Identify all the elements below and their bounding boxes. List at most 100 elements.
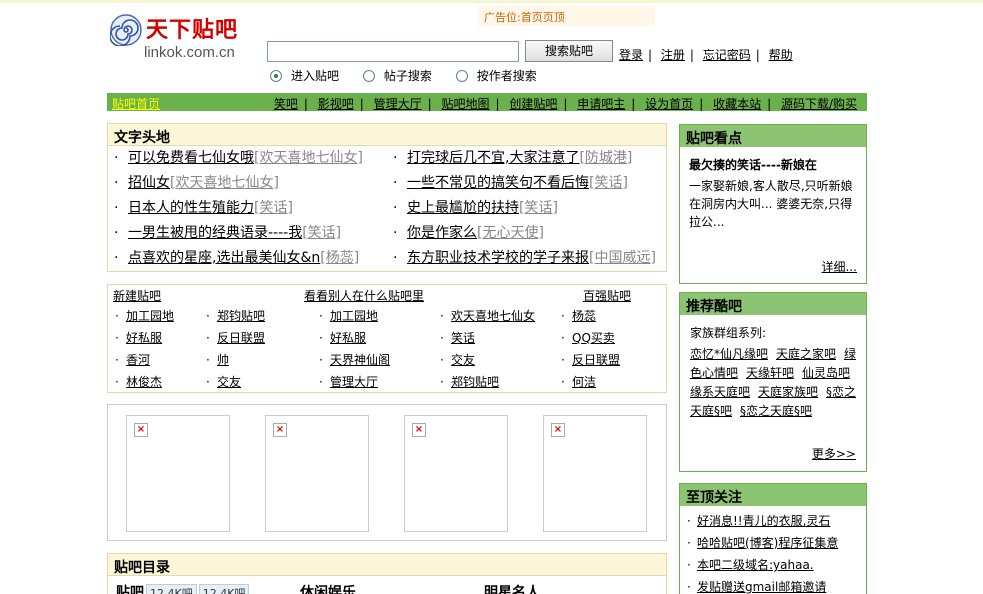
top-strip — [0, 0, 983, 3]
search-button[interactable]: 搜索贴吧 — [525, 40, 613, 62]
text-ads-title: 文字头地 — [108, 124, 666, 146]
nav-link-create-bar[interactable]: 创建贴吧 — [509, 97, 557, 111]
logo-domain: linkok.com.cn — [144, 44, 235, 61]
search-mode-enter-bar[interactable]: 进入贴吧 — [270, 67, 339, 84]
list-item: · 点喜欢的星座,选出最美仙女&n[杨蕊] — [114, 250, 360, 266]
image-slot[interactable]: × — [404, 415, 508, 532]
nav-link-sitemap[interactable]: 贴吧地图 — [442, 97, 490, 111]
help-link[interactable]: 帮助 — [769, 48, 793, 62]
search-input[interactable] — [267, 41, 519, 62]
list-item: · QQ买卖 — [561, 331, 615, 345]
nav-link-admin-hall[interactable]: 管理大厅 — [374, 97, 422, 111]
top-bars-heading[interactable]: 百强贴吧 — [583, 287, 631, 304]
list-item: · 郑钧贴吧 — [206, 309, 266, 323]
nav-link-bookmark[interactable]: 收藏本站 — [713, 97, 761, 111]
list-item: · 香河 — [115, 353, 151, 367]
list-item: · 管理大厅 — [319, 375, 379, 389]
nav-link-source-download[interactable]: 源码下载/购买 — [781, 97, 857, 111]
list-item: · 好消息!!青儿的衣服,灵石 — [687, 514, 831, 528]
list-item: · 打完球后几不宜,大家注意了[防城港] — [393, 150, 633, 166]
list-item: · 一些不常见的搞笑句不看后悔[笑话] — [393, 175, 628, 191]
nav-link-movie[interactable]: 影视吧 — [318, 97, 354, 111]
image-slot[interactable]: × — [543, 415, 647, 532]
directory-title: 贴吧目录 — [108, 554, 666, 576]
broken-image-icon: × — [134, 423, 148, 437]
list-item: · 笑话 — [440, 331, 476, 345]
image-slot[interactable]: × — [265, 415, 369, 532]
directory-row: 贴吧 12.4K吧 12.4K吧 — [116, 582, 250, 594]
list-item: · 天界神仙阁 — [319, 353, 391, 367]
recommend-title: 推荐酷吧 — [680, 293, 866, 315]
list-item: · 好私服 — [115, 331, 163, 345]
text-ads-left: · 可以免费看七仙女哦[欢天喜地七仙女] · 招仙女[欢天喜地七仙女] · 日本人的性… — [114, 148, 363, 273]
broken-image-icon: × — [551, 423, 565, 437]
list-item: · 日本人的性生殖能力[笑话] — [114, 200, 293, 216]
list-item: · 加工园地 — [115, 309, 175, 323]
swirl-logo-icon — [110, 14, 142, 46]
attention-panel: 至顶关注 · 好消息!!青儿的衣服,灵石 · 哈哈贴吧(博客)程序征集意 · 本吧二级… — [679, 483, 867, 594]
nav-link-set-home[interactable]: 设为首页 — [645, 97, 693, 111]
list-item: · 东方职业技术学校的学子来报[中国威远] — [393, 250, 656, 266]
list-item: · 杨蕊 — [561, 309, 597, 323]
text-ads-panel: 文字头地 · 可以免费看七仙女哦[欢天喜地七仙女] · 招仙女[欢天喜地七仙女] ·… — [107, 123, 667, 272]
forgot-password-link[interactable]: 忘记密码 — [703, 48, 751, 62]
list-item: · 可以免费看七仙女哦[欢天喜地七仙女] — [114, 150, 363, 166]
attention-list: · 好消息!!青儿的衣服,灵石 · 哈哈贴吧(博客)程序征集意 · 本吧二级域名:ya… — [687, 512, 838, 594]
featured-title: 贴吧看点 — [680, 125, 866, 147]
recommend-intro: 家族群组系列: — [690, 326, 767, 340]
list-item: · 交友 — [206, 375, 242, 389]
search-mode-posts[interactable]: 帖子搜索 — [362, 67, 432, 84]
list-item: · 招仙女[欢天喜地七仙女] — [114, 175, 279, 191]
list-item: · 反日联盟 — [206, 331, 266, 345]
others-bars-heading[interactable]: 看看别人在什么贴吧里 — [304, 287, 424, 304]
register-link[interactable]: 注册 — [661, 48, 685, 62]
recommend-panel: 推荐酷吧 家族群组系列: 恋忆*仙凡缘吧 天庭之家吧 绿色心情吧 天缘轩吧 仙灵岛吧缘系… — [679, 292, 867, 472]
attention-title: 至顶关注 — [680, 484, 866, 506]
list-item: · 郑钧贴吧 — [440, 375, 500, 389]
radio-icon[interactable] — [270, 70, 282, 82]
directory-category-stars: 明星名人 — [484, 585, 540, 594]
top-ad-slot[interactable]: 广告位:首页页顶 — [478, 6, 655, 26]
list-item: · 你是作家么[无心天使] — [393, 225, 544, 241]
list-item: · 何洁 — [561, 375, 597, 389]
logo-title: 天下贴吧 — [146, 17, 239, 43]
list-item: · 林俊杰 — [115, 375, 163, 389]
image-ads-panel: × × × × — [107, 404, 667, 541]
user-links: 登录 | 注册 | 忘记密码 | 帮助 — [619, 48, 793, 62]
featured-body: 一家娶新娘,客人散尽,只听新娘在洞房内大叫... 婆婆无奈,只得拉公... — [689, 179, 853, 229]
recommend-more-link[interactable]: 更多>> — [812, 445, 856, 462]
radio-icon[interactable] — [455, 70, 468, 82]
list-item: · 欢天喜地七仙女 — [440, 309, 536, 323]
search-mode-author[interactable]: 按作者搜索 — [455, 67, 537, 84]
list-item: · 帅 — [206, 353, 230, 367]
radio-icon[interactable] — [362, 70, 375, 82]
nav-home-link[interactable]: 贴吧首页 — [112, 95, 160, 112]
search-mode-options: 进入贴吧 帖子搜索 按作者搜索 — [270, 67, 557, 84]
login-link[interactable]: 登录 — [619, 48, 643, 62]
list-item: · 史上最尴尬的扶持[笑话] — [393, 200, 558, 216]
directory-category-leisure: 休闲娱乐 — [300, 585, 356, 594]
new-bars-panel: 新建贴吧 看看别人在什么贴吧里 百强贴吧 · 加工园地 · 好私服 · 香河 · 林俊杰… — [107, 284, 667, 393]
recommend-list: 恋忆*仙凡缘吧 天庭之家吧 绿色心情吧 天缘轩吧 仙灵岛吧缘系天庭吧 天庭家族吧 §恋之天庭… — [690, 347, 857, 418]
nav-link-joke[interactable]: 笑吧 — [274, 97, 298, 111]
list-item: · 发贴赠送gmail邮箱邀请 — [687, 580, 827, 594]
list-item: · 反日联盟 — [561, 353, 621, 367]
image-slot[interactable]: × — [126, 415, 230, 532]
list-item: · 哈哈贴吧(博客)程序征集意 — [687, 536, 839, 550]
text-ads-right: · 打完球后几不宜,大家注意了[防城港] · 一些不常见的搞笑句不看后悔[笑话] ·… — [393, 148, 656, 273]
bar-directory-panel: 贴吧目录 贴吧 12.4K吧 12.4K吧 休闲娱乐 明星名人 — [107, 553, 667, 594]
broken-image-icon: × — [412, 423, 426, 437]
site-logo[interactable]: 天下贴吧 linkok.com.cn — [110, 12, 250, 64]
list-item: · 加工园地 — [319, 309, 379, 323]
list-item: · 好私服 — [319, 331, 367, 345]
new-bars-heading[interactable]: 新建贴吧 — [113, 287, 161, 304]
featured-panel: 贴吧看点 最欠揍的笑话----新娘在 一家娶新娘,客人散尽,只听新娘在洞房内大叫… — [679, 124, 867, 284]
list-item: · 本吧二级域名:yahaa. — [687, 558, 814, 572]
main-nav: 贴吧首页 笑吧 | 影视吧 | 管理大厅 | 贴吧地图 | 创建贴吧 | 申请吧主 | 设为… — [107, 93, 867, 111]
nav-link-apply-owner[interactable]: 申请吧主 — [577, 97, 625, 111]
featured-more-link[interactable]: 详细... — [822, 258, 857, 275]
list-item: · 交友 — [440, 353, 476, 367]
featured-headline[interactable]: 最欠揍的笑话----新娘在 — [689, 156, 817, 173]
list-item: · 一男生被甩的经典语录----我[笑话] — [114, 225, 342, 241]
broken-image-icon: × — [273, 423, 287, 437]
